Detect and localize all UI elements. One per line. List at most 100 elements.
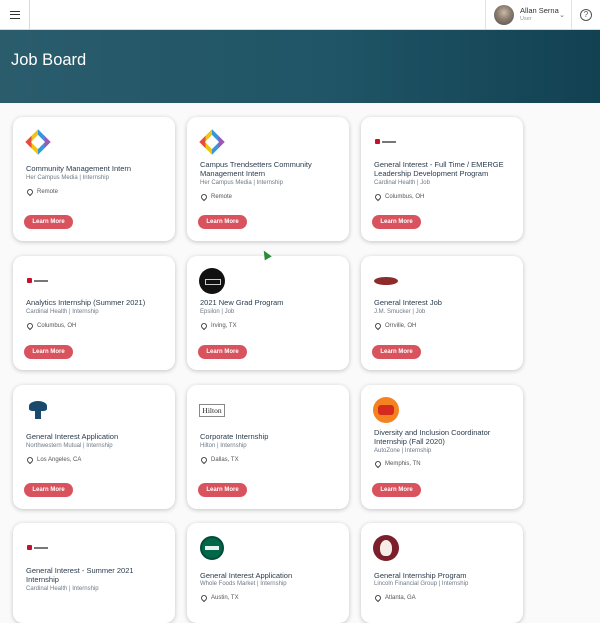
her-campus-logo	[25, 129, 51, 155]
job-company: Epsilon | Job	[200, 309, 235, 315]
job-company: Hilton | Internship	[200, 443, 247, 449]
avatar	[494, 4, 514, 25]
job-location-text: Columbus, OH	[37, 323, 77, 329]
job-location: Remote	[25, 187, 59, 197]
learn-more-button[interactable]: Learn More	[24, 483, 73, 497]
location-pin-icon	[199, 593, 209, 603]
job-company: J.M. Smucker | Job	[374, 309, 426, 315]
autozone-logo	[373, 397, 399, 423]
job-title: General Interest Application	[26, 432, 119, 441]
job-card[interactable]: General Internship Program Lincoln Finan…	[361, 523, 523, 623]
job-location-text: Memphis, TN	[385, 461, 421, 467]
job-company: Lincoln Financial Group | Internship	[374, 581, 469, 587]
job-location: Austin, TX	[199, 593, 239, 603]
location-pin-icon	[373, 192, 383, 202]
job-company: Northwestern Mutual | Internship	[26, 443, 113, 449]
job-company: AutoZone | Internship	[374, 448, 432, 454]
job-title: Campus Trendsetters Community Management…	[200, 160, 312, 178]
job-company: Cardinal Health | Job	[374, 180, 430, 186]
cardinal-health-logo	[25, 535, 51, 561]
job-location: Dallas, TX	[199, 455, 239, 465]
job-card[interactable]: General Interest - Summer 2021 Internshi…	[13, 523, 175, 623]
job-location: Columbus, OH	[373, 192, 425, 202]
job-company: Cardinal Health | Internship	[26, 586, 99, 592]
job-card[interactable]: 2021 New Grad Program Epsilon | Job Irvi…	[187, 256, 349, 370]
job-title: General Interest Job	[374, 298, 442, 307]
job-card[interactable]: Diversity and Inclusion Coordinator Inte…	[361, 385, 523, 509]
learn-more-button[interactable]: Learn More	[198, 483, 247, 497]
job-location-text: Los Angeles, CA	[37, 457, 82, 463]
job-location: Los Angeles, CA	[25, 455, 82, 465]
job-location: Columbus, OH	[25, 321, 77, 331]
location-pin-icon	[373, 459, 383, 469]
smucker-logo	[373, 268, 399, 294]
chevron-down-icon: ⌄	[559, 12, 565, 19]
help-icon: ?	[580, 8, 592, 21]
location-pin-icon	[373, 593, 383, 603]
job-title: Analytics Internship (Summer 2021)	[26, 298, 146, 307]
job-company: Cardinal Health | Internship	[26, 309, 99, 315]
job-title: General Interest Application	[200, 571, 293, 580]
job-card[interactable]: General Interest - Full Time / EMERGE Le…	[361, 117, 523, 241]
job-location-text: Dallas, TX	[211, 457, 239, 463]
location-pin-icon	[199, 321, 209, 331]
job-location: Irving, TX	[199, 321, 237, 331]
top-bar: Allan Serna User ⌄ ?	[0, 0, 600, 30]
job-title: Community Management Intern	[26, 164, 132, 173]
menu-button[interactable]	[0, 0, 30, 29]
job-card[interactable]: Community Management Intern Her Campus M…	[13, 117, 175, 241]
whole-foods-logo	[199, 535, 225, 561]
location-pin-icon	[25, 321, 35, 331]
job-title: General Interest - Full Time / EMERGE Le…	[374, 160, 504, 178]
user-name: Allan Serna	[520, 5, 559, 15]
job-title: Corporate Internship	[200, 432, 269, 441]
learn-more-button[interactable]: Learn More	[372, 483, 421, 497]
job-location-text: Orrville, OH	[385, 323, 417, 329]
job-title: 2021 New Grad Program	[200, 298, 284, 307]
learn-more-button[interactable]: Learn More	[198, 345, 247, 359]
location-pin-icon	[25, 455, 35, 465]
job-title: General Interest - Summer 2021 Internshi…	[26, 566, 134, 584]
job-card[interactable]: Campus Trendsetters Community Management…	[187, 117, 349, 241]
her-campus-logo	[199, 129, 225, 155]
job-card[interactable]: General Interest Job J.M. Smucker | Job …	[361, 256, 523, 370]
location-pin-icon	[25, 187, 35, 197]
job-location-text: Remote	[211, 194, 233, 200]
job-location: Memphis, TN	[373, 459, 421, 469]
job-title: Diversity and Inclusion Coordinator Inte…	[374, 428, 491, 446]
page-banner: Job Board	[0, 30, 600, 103]
job-card[interactable]: General Interest Application Whole Foods…	[187, 523, 349, 623]
job-location-text: Irving, TX	[211, 323, 237, 329]
learn-more-button[interactable]: Learn More	[198, 215, 247, 229]
learn-more-button[interactable]: Learn More	[24, 345, 73, 359]
job-company: Whole Foods Market | Internship	[200, 581, 287, 587]
job-location: Atlanta, GA	[373, 593, 416, 603]
page-title: Job Board	[11, 51, 87, 69]
job-card[interactable]: Hilton Corporate Internship Hilton | Int…	[187, 385, 349, 509]
location-pin-icon	[199, 192, 209, 202]
user-role: User	[520, 16, 532, 22]
job-location: Remote	[199, 192, 233, 202]
job-location-text: Austin, TX	[211, 595, 239, 601]
northwestern-mutual-logo	[25, 397, 51, 423]
job-location-text: Remote	[37, 189, 59, 195]
lincoln-financial-logo	[373, 535, 399, 561]
job-location: Orrville, OH	[373, 321, 417, 331]
job-title: General Internship Program	[374, 571, 467, 580]
job-location-text: Columbus, OH	[385, 194, 425, 200]
help-button[interactable]: ?	[571, 0, 600, 29]
job-company: Her Campus Media | Internship	[26, 175, 109, 181]
learn-more-button[interactable]: Learn More	[372, 215, 421, 229]
cardinal-health-logo	[373, 129, 399, 155]
epsilon-logo	[199, 268, 225, 294]
learn-more-button[interactable]: Learn More	[24, 215, 73, 229]
hilton-logo: Hilton	[199, 397, 225, 423]
location-pin-icon	[373, 321, 383, 331]
job-card[interactable]: General Interest Application Northwester…	[13, 385, 175, 509]
job-location-text: Atlanta, GA	[385, 595, 416, 601]
learn-more-button[interactable]: Learn More	[372, 345, 421, 359]
job-company: Her Campus Media | Internship	[200, 180, 283, 186]
job-card[interactable]: Analytics Internship (Summer 2021) Cardi…	[13, 256, 175, 370]
location-pin-icon	[199, 455, 209, 465]
user-menu[interactable]: Allan Serna User ⌄	[485, 0, 571, 29]
